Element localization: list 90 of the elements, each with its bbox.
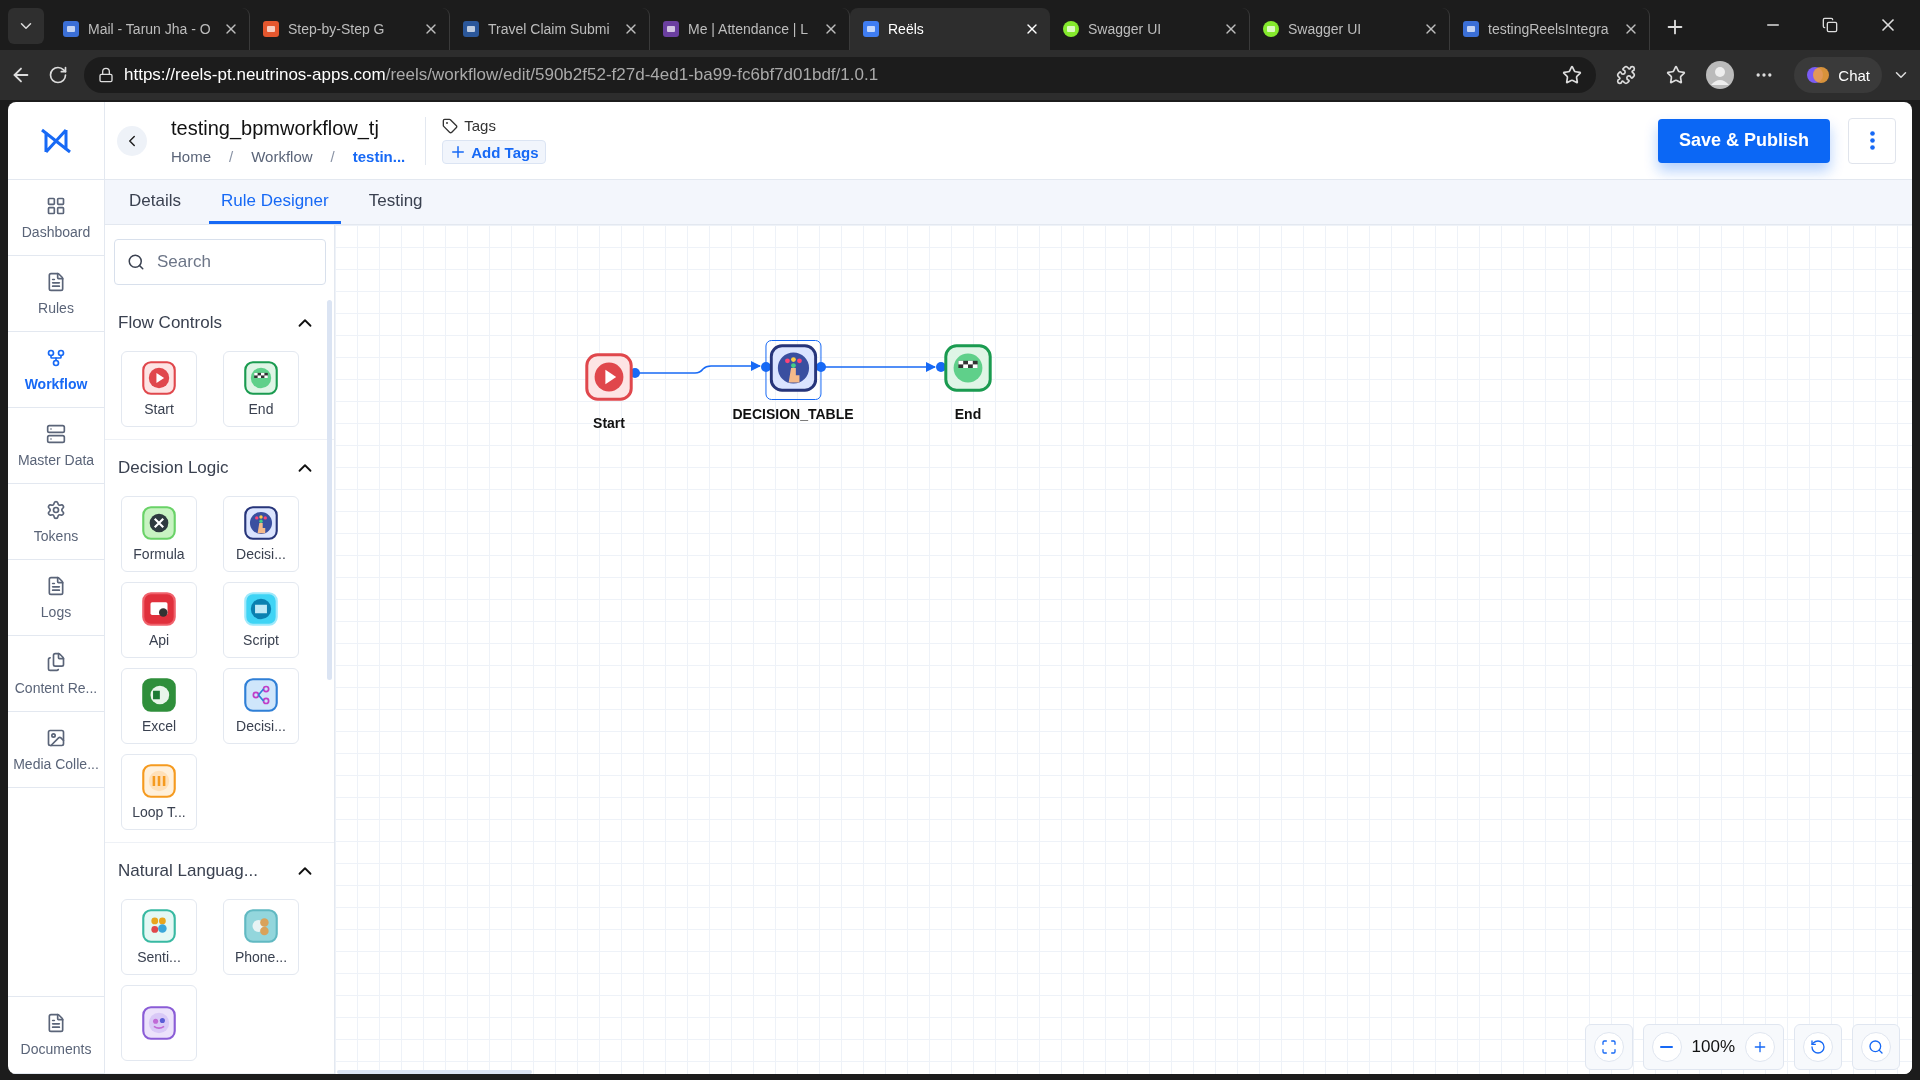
nav-item[interactable]: Rules [8, 256, 104, 332]
browser-tab[interactable]: Reëls [850, 8, 1050, 50]
palette-item[interactable]: Decisi... [223, 668, 299, 744]
more-vertical-icon [1869, 131, 1875, 150]
nav-item[interactable]: Content Re... [8, 636, 104, 712]
back-button[interactable] [117, 125, 147, 156]
palette-item[interactable]: Start [121, 351, 197, 427]
tab-list-button[interactable] [8, 8, 44, 44]
checkered-flag-icon [244, 361, 278, 395]
tags-label: Tags [464, 117, 496, 134]
avatar-icon[interactable] [1706, 61, 1735, 89]
play-icon [585, 353, 633, 401]
node-label: End [954, 406, 982, 422]
node-graph-icon [244, 678, 278, 712]
breadcrumb-link[interactable]: Workflow [251, 147, 313, 165]
dashboard-icon [46, 195, 66, 216]
palette-item[interactable]: Api [121, 582, 197, 658]
breadcrumb-separator: / [330, 147, 335, 165]
zoom-out-button[interactable] [1651, 1032, 1682, 1062]
save-publish-button[interactable]: Save & Publish [1657, 118, 1830, 163]
reset-button[interactable] [1803, 1032, 1833, 1062]
search-icon [1868, 1039, 1884, 1055]
tab-icon [862, 20, 880, 38]
palette-item[interactable]: Script [223, 582, 299, 658]
files-icon [46, 651, 66, 672]
address-bar[interactable]: https://reels-pt.neutrinos-apps.com/reels/workflow/edit/590b2f52-f27d-4ed1-ba99-fc6bf7d01bdf/1.0.1 [84, 57, 1597, 93]
document-icon [46, 575, 66, 596]
document-icon [46, 1013, 66, 1033]
section-title: Decision Logic [118, 458, 229, 478]
nav-item[interactable]: Dashboard [8, 180, 104, 256]
breadcrumb-link[interactable]: Home [171, 147, 211, 165]
breadcrumb-link[interactable]: testin... [352, 147, 406, 165]
palette-item[interactable]: Phone... [223, 899, 299, 975]
tag-icon [442, 117, 459, 134]
tab[interactable]: Testing [356, 180, 435, 224]
branch-icon [46, 347, 66, 368]
tab-icon [1062, 20, 1080, 38]
palette-item[interactable]: End [223, 351, 299, 427]
palette-item[interactable]: Formula [121, 496, 197, 572]
gear-icon [46, 499, 66, 520]
tab-icon [462, 20, 480, 38]
palette-item[interactable] [121, 985, 197, 1061]
tab-icon [62, 20, 80, 38]
section-title: Natural Languag... [118, 861, 258, 881]
section-title: Flow Controls [118, 313, 222, 333]
lock-icon [98, 67, 114, 83]
nav-item[interactable]: Media Colle... [8, 712, 104, 788]
hand-tap-icon [244, 506, 278, 540]
hand-tap-icon [769, 344, 817, 392]
star-icon[interactable] [1562, 65, 1583, 85]
search-button[interactable] [1861, 1032, 1891, 1062]
fit-view-button[interactable] [1593, 1032, 1624, 1062]
document-icon [46, 271, 66, 292]
rotate-icon [1810, 1039, 1826, 1055]
search-icon [127, 253, 145, 271]
plus-icon [1752, 1039, 1768, 1055]
search-field[interactable]: Search [114, 239, 326, 285]
palette-item[interactable]: Excel [121, 668, 197, 744]
nav-item[interactable]: Logs [8, 560, 104, 636]
minus-icon [1660, 1046, 1673, 1048]
tab-icon [662, 20, 680, 38]
extensions-icon[interactable] [1616, 65, 1637, 85]
palette-item[interactable]: Decisi... [223, 496, 299, 572]
restore-icon[interactable] [1822, 17, 1838, 33]
image-icon [46, 727, 66, 748]
node-label: DECISION_TABLE [732, 406, 854, 422]
chat-button[interactable]: Chat [1794, 57, 1882, 93]
favorites-icon[interactable] [1666, 65, 1687, 85]
zoom-level: 100% [1691, 1037, 1735, 1057]
add-tags-button[interactable]: Add Tags [442, 140, 546, 164]
play-icon [142, 361, 176, 395]
nav-item[interactable]: Documents [8, 996, 104, 1074]
tab[interactable]: Rule Designer [208, 180, 341, 224]
workflow-title: testing_bpmworkflow_tj [171, 116, 380, 140]
nav-item[interactable]: Master Data [8, 408, 104, 484]
reload-icon[interactable] [48, 65, 68, 85]
checkered-flag-icon [944, 344, 992, 392]
tab-icon [1462, 20, 1480, 38]
nav-item[interactable]: Workflow [8, 332, 104, 408]
tab[interactable]: Details [117, 180, 193, 224]
node-label: Start [593, 415, 625, 431]
palette-item[interactable]: Loop T... [121, 754, 197, 830]
palette-item[interactable]: Senti... [121, 899, 197, 975]
nav-item[interactable]: Tokens [8, 484, 104, 560]
server-icon [46, 423, 66, 444]
breadcrumb-separator: / [229, 147, 234, 165]
fullscreen-icon [1600, 1039, 1617, 1055]
tab-icon [1262, 20, 1280, 38]
tab-icon [262, 20, 280, 38]
zoom-in-button[interactable] [1745, 1032, 1775, 1062]
